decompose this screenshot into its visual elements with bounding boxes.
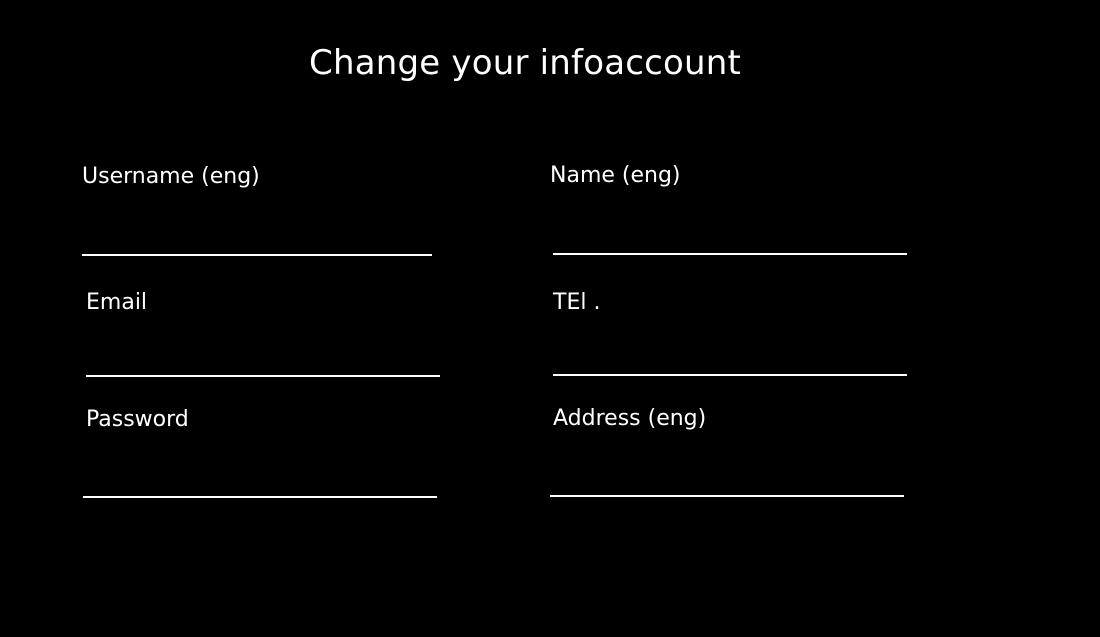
password-field[interactable] — [83, 468, 437, 498]
name-label: Name (eng) — [550, 163, 681, 188]
email-field[interactable] — [86, 347, 440, 377]
username-field[interactable] — [82, 226, 432, 256]
username-label: Username (eng) — [82, 164, 260, 189]
name-field[interactable] — [553, 225, 907, 255]
tel-label: TEl . — [553, 290, 601, 315]
email-label: Email — [86, 290, 148, 315]
address-field[interactable] — [550, 467, 904, 497]
address-label: Address (eng) — [553, 406, 707, 431]
page-title: Change your infoaccount — [309, 43, 742, 83]
tel-field[interactable] — [553, 346, 907, 376]
password-label: Password — [86, 407, 189, 432]
